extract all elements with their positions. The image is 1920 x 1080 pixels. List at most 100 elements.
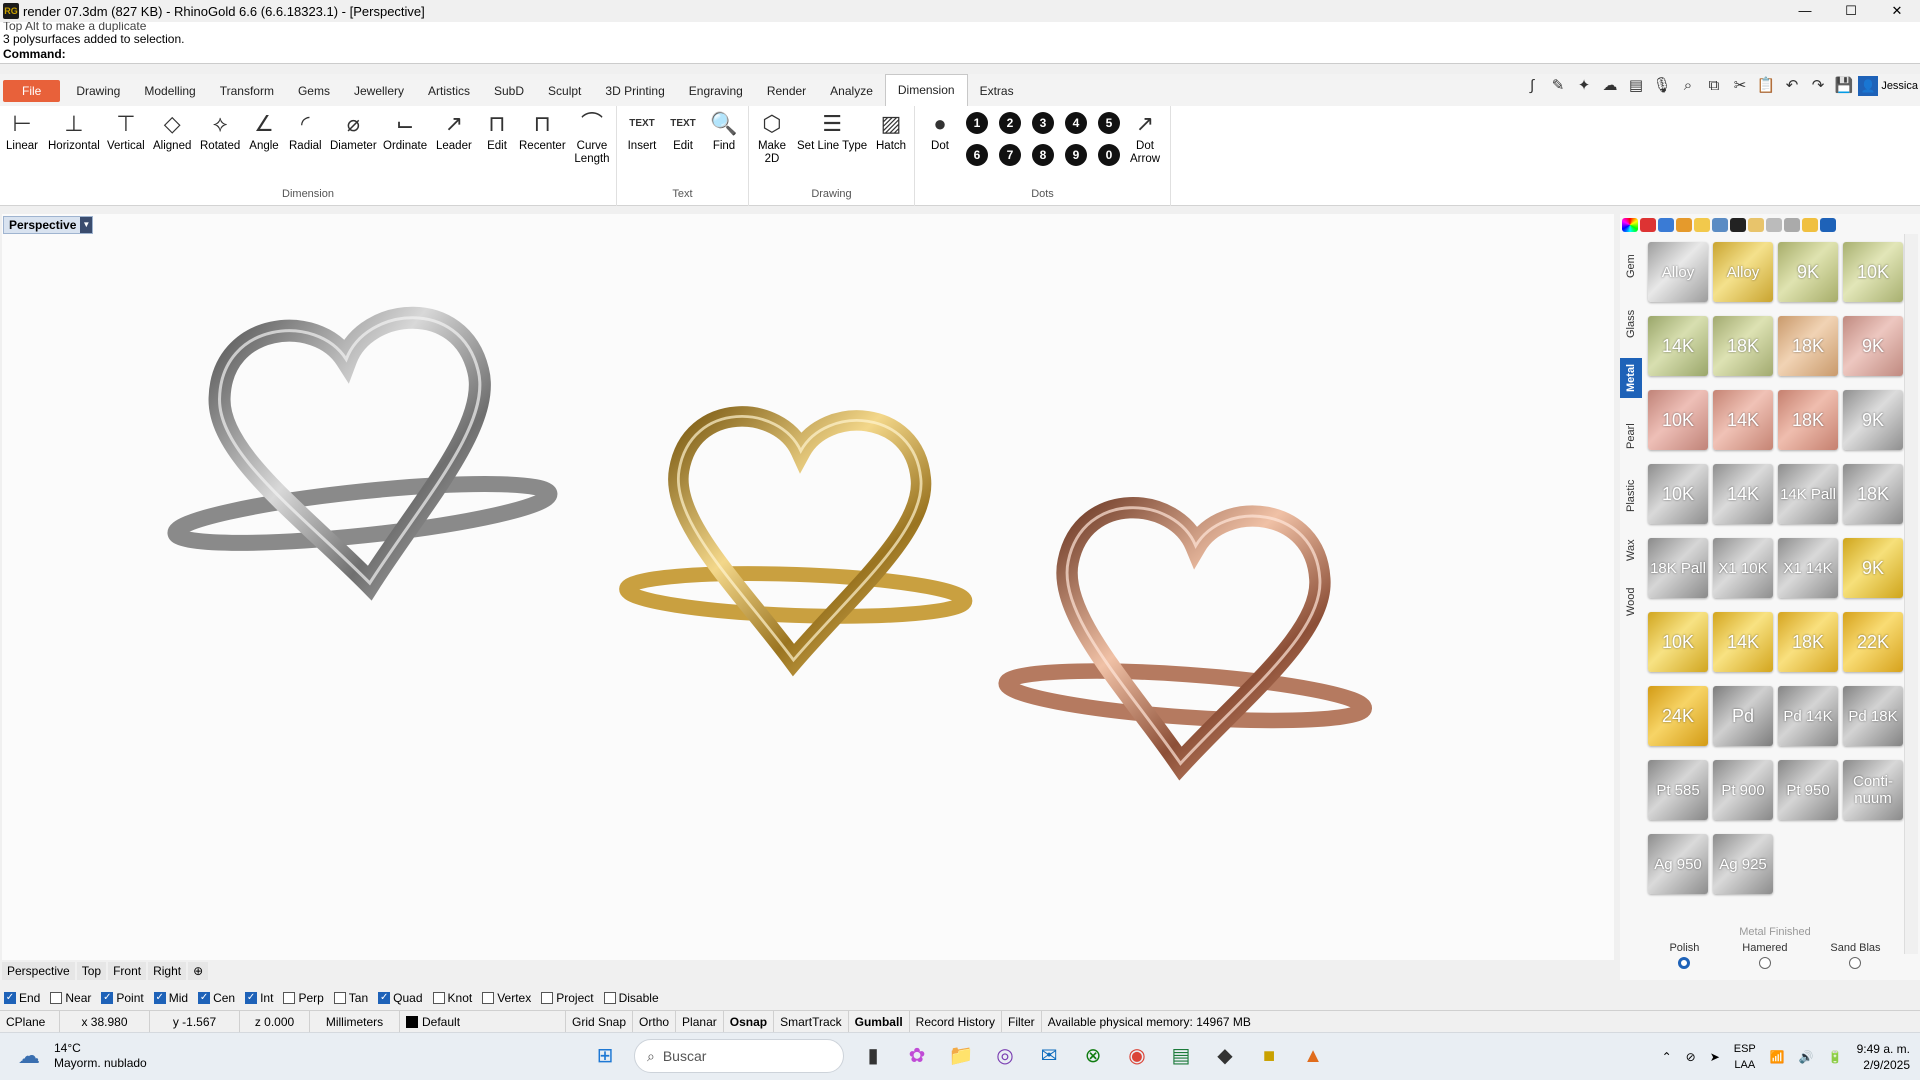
vlc-icon[interactable]: ▲ (1298, 1039, 1328, 1073)
network-disabled-icon[interactable]: ⊘ (1686, 1050, 1696, 1064)
dot-number-2[interactable]: 2 (999, 112, 1021, 134)
find-text-button[interactable]: 🔍 Find (709, 108, 739, 153)
redo-icon[interactable]: ↷ (1808, 76, 1828, 96)
checkbox-icon[interactable] (541, 992, 554, 1004)
hatch-button[interactable]: ▨ Hatch (876, 108, 906, 153)
checkbox-icon[interactable]: ✓ (101, 992, 114, 1004)
checkbox-icon[interactable]: ✓ (153, 992, 166, 1004)
metal-swatch[interactable]: Pt 900 (1713, 760, 1773, 820)
tab-render[interactable]: Render (755, 76, 818, 106)
gem-icon[interactable]: ✦ (1574, 76, 1594, 96)
toggle-smarttrack[interactable]: SmartTrack (774, 1010, 849, 1033)
film-icon[interactable]: ▤ (1626, 76, 1646, 96)
clock[interactable]: 9:49 a. m. 2/9/2025 (1857, 1041, 1910, 1073)
tab-gems[interactable]: Gems (286, 76, 342, 106)
metal-swatch[interactable]: Pd 18K (1843, 686, 1903, 746)
dot-number-3[interactable]: 3 (1032, 112, 1054, 134)
osnap-disable[interactable]: Disable (603, 991, 659, 1005)
metal-swatch[interactable]: 24K (1648, 686, 1708, 746)
rhino-icon[interactable]: ◆ (1210, 1039, 1240, 1073)
osnap-cen[interactable]: ✓ Cen (198, 991, 235, 1005)
finish-option-hamered[interactable]: Hamered (1742, 942, 1788, 969)
rg-icon[interactable] (1730, 218, 1746, 232)
checkbox-icon[interactable] (283, 992, 296, 1004)
material-tab-gem[interactable]: Gem (1620, 242, 1642, 290)
horizontal-button[interactable]: ⊥ Horizontal (48, 108, 100, 153)
layer-selector[interactable]: Default (400, 1010, 566, 1033)
metal-swatch[interactable]: 10K (1843, 242, 1903, 302)
command-area[interactable]: Top Alt to make a duplicate 3 polysurfac… (0, 22, 1920, 64)
osnap-tan[interactable]: Tan (333, 991, 368, 1005)
viewport-tab-perspective[interactable]: Perspective (2, 962, 75, 980)
xbox-icon[interactable]: ⊗ (1078, 1039, 1108, 1073)
viewport-tab-right[interactable]: Right (148, 962, 187, 980)
material-tab-plastic[interactable]: Plastic (1620, 472, 1642, 520)
zoom-icon[interactable]: ⌕ (1678, 76, 1698, 96)
edit-dimension-button[interactable]: ⊓ Edit (482, 108, 512, 153)
cut-icon[interactable]: ✂ (1730, 76, 1750, 96)
osnap-vertex[interactable]: Vertex (482, 991, 531, 1005)
aligned-button[interactable]: ◇ Aligned (153, 108, 191, 153)
osnap-perp[interactable]: Perp (283, 991, 324, 1005)
pencil-icon[interactable] (1802, 218, 1818, 232)
tab-file[interactable]: File (3, 80, 61, 102)
metal-swatch[interactable]: Ag 925 (1713, 834, 1773, 894)
globe-icon[interactable] (1766, 218, 1782, 232)
maximize-button[interactable]: ☐ (1828, 0, 1874, 22)
osnap-mid[interactable]: ✓ Mid (153, 991, 188, 1005)
osnap-knot[interactable]: Knot (432, 991, 472, 1005)
toggle-grid-snap[interactable]: Grid Snap (566, 1010, 634, 1033)
dot-number-9[interactable]: 9 (1065, 144, 1087, 166)
taskbar-search[interactable]: ⌕ Buscar (634, 1039, 844, 1073)
metal-swatch[interactable]: 14K (1713, 390, 1773, 450)
metal-swatch[interactable]: Pt 585 (1648, 760, 1708, 820)
metal-swatch[interactable]: 18K (1778, 612, 1838, 672)
metal-swatch[interactable]: Alloy (1648, 242, 1708, 302)
tab-artistics[interactable]: Artistics (416, 76, 482, 106)
tab-jewellery[interactable]: Jewellery (342, 76, 416, 106)
notepad-icon[interactable]: ▤ (1166, 1039, 1196, 1073)
checkbox-icon[interactable] (50, 992, 63, 1004)
metal-swatch[interactable]: 9K (1843, 316, 1903, 376)
checkbox-icon[interactable]: ✓ (245, 992, 258, 1004)
finish-radio-hamered[interactable] (1758, 957, 1771, 969)
material-tab-wax[interactable]: Wax (1620, 526, 1642, 574)
metal-swatch[interactable]: 9K (1778, 242, 1838, 302)
tab-dimension[interactable]: Dimension (884, 74, 968, 106)
metal-swatch[interactable]: 18K (1778, 390, 1838, 450)
linear-button[interactable]: ⊢ Linear (6, 108, 38, 153)
undo-icon[interactable]: ↶ (1782, 76, 1802, 96)
dot-number-1[interactable]: 1 (966, 112, 988, 134)
light-icon[interactable] (1748, 218, 1764, 232)
tab-modelling[interactable]: Modelling (132, 76, 207, 106)
user-account[interactable]: 👤 Jessica (1858, 76, 1918, 96)
tab-analyze[interactable]: Analyze (818, 76, 885, 106)
metal-swatch[interactable]: X1 14K (1778, 538, 1838, 598)
recenter-button[interactable]: ⊓ Recenter (519, 108, 566, 153)
material-tab-wood[interactable]: Wood (1620, 578, 1642, 626)
metal-swatch[interactable]: 9K (1843, 538, 1903, 598)
microphone-icon[interactable]: 🎙 (1652, 76, 1672, 96)
viewport-tab-front[interactable]: Front (108, 962, 147, 980)
insert-text-button[interactable]: TEXT Insert (627, 108, 657, 153)
dot-number-4[interactable]: 4 (1065, 112, 1087, 134)
ordinate-button[interactable]: ⌙ Ordinate (383, 108, 427, 153)
dot-number-6[interactable]: 6 (966, 144, 988, 166)
dot-button[interactable]: ● Dot (925, 108, 955, 153)
tab-drawing[interactable]: Drawing (64, 76, 132, 106)
save-icon[interactable]: 💾 (1834, 76, 1854, 96)
checkbox-icon[interactable] (603, 992, 616, 1004)
close-button[interactable]: ✕ (1874, 0, 1920, 22)
toggle-osnap[interactable]: Osnap (724, 1010, 775, 1033)
metal-swatch[interactable]: Pd 14K (1778, 686, 1838, 746)
battery-icon[interactable]: 🔋 (1828, 1050, 1843, 1064)
material-tab-pearl[interactable]: Pearl (1620, 412, 1642, 460)
finish-option-sand-blast[interactable]: Sand Blas (1830, 942, 1881, 969)
osnap-int[interactable]: ✓ Int (245, 991, 273, 1005)
dot-number-0[interactable]: 0 (1098, 144, 1120, 166)
radial-button[interactable]: ◜ Radial (289, 108, 322, 153)
toggle-planar[interactable]: Planar (676, 1010, 724, 1033)
metal-swatch[interactable]: 18K (1713, 316, 1773, 376)
chrome-icon[interactable]: ◉ (1122, 1039, 1152, 1073)
finish-radio-polish[interactable] (1678, 957, 1691, 969)
